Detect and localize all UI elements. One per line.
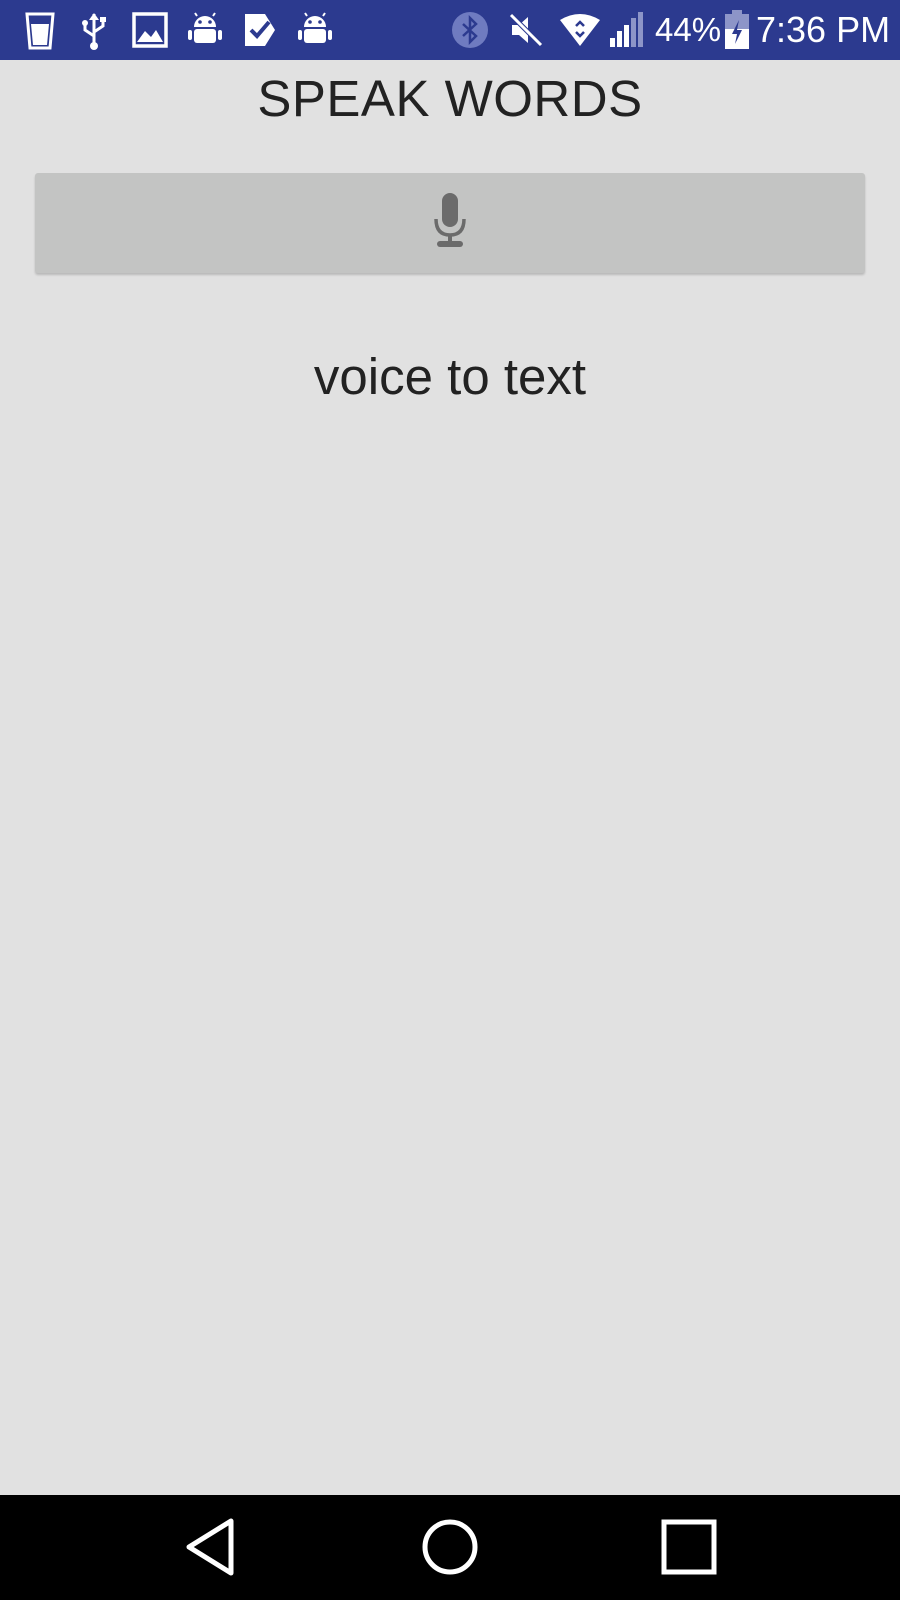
home-button[interactable] [420, 1517, 480, 1577]
image-icon [132, 12, 168, 48]
battery-icon [725, 10, 749, 49]
recents-icon [660, 1517, 718, 1577]
check-icon [243, 12, 277, 48]
back-button[interactable] [183, 1517, 239, 1577]
clock: 7:36 PM [756, 9, 891, 50]
mute-icon [508, 12, 544, 48]
recents-button[interactable] [660, 1517, 718, 1577]
home-icon [420, 1517, 480, 1577]
result-text: voice to text [313, 348, 587, 405]
microphone-icon [433, 193, 467, 254]
battery-percent: 44% [655, 11, 722, 48]
android-icon [297, 12, 333, 48]
microphone-button[interactable] [35, 173, 865, 273]
usb-icon [80, 12, 108, 50]
back-icon [183, 1517, 239, 1577]
wifi-icon [559, 12, 601, 48]
water-glass-icon [24, 12, 56, 50]
navigation-bar [0, 1495, 900, 1600]
signal-icon [609, 12, 645, 48]
bluetooth-icon [451, 11, 489, 48]
page-title: SPEAK WORDS [257, 70, 643, 127]
status-bar: 44% 7:36 PM [0, 0, 900, 60]
android-icon [187, 12, 223, 48]
